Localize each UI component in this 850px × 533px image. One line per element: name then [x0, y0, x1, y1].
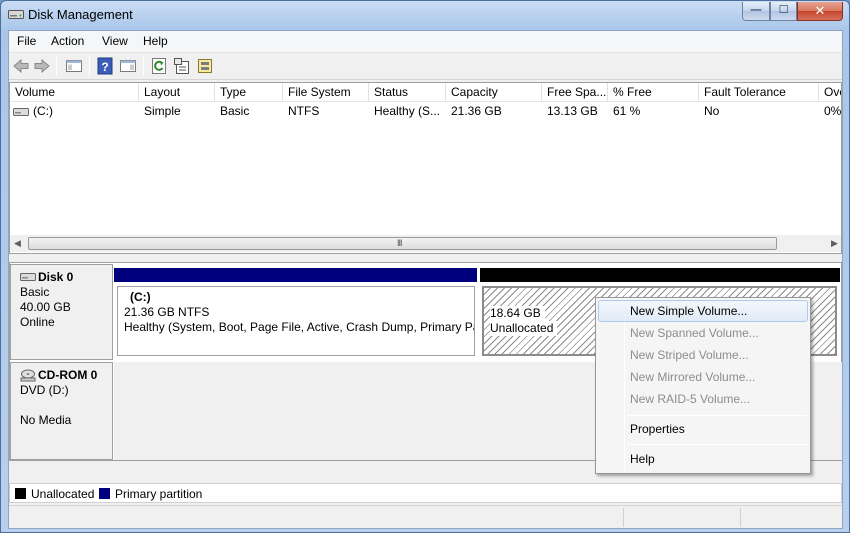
legend-unallocated-label: Unallocated — [31, 487, 95, 501]
volume-list-header: Volume Layout Type File System Status Ca… — [10, 83, 841, 102]
unallocated-label: Unallocated — [490, 321, 558, 336]
menu-item-properties[interactable]: Properties — [598, 418, 808, 440]
partition-c-size: 21.36 GB NTFS — [124, 305, 210, 319]
primary-partition-header — [114, 268, 477, 282]
scrollbar-thumb[interactable]: III — [28, 237, 777, 250]
legend-unallocated-swatch — [15, 488, 26, 499]
drive-icon — [13, 108, 29, 116]
column-header-percent-free[interactable]: % Free — [608, 83, 699, 102]
minimize-button[interactable]: — — [742, 2, 770, 21]
legend: Unallocated Primary partition — [9, 483, 842, 503]
menu-item-new-mirrored-volume[interactable]: New Mirrored Volume... — [598, 366, 808, 388]
cell-type: Basic — [220, 104, 250, 118]
cell-overhead: 0% — [824, 104, 842, 118]
cdrom-0-status: No Media — [20, 413, 72, 427]
column-header-free-space[interactable]: Free Spa... — [542, 83, 608, 102]
column-header-fault-tolerance[interactable]: Fault Tolerance — [699, 83, 819, 102]
table-row[interactable]: (C:) Simple Basic NTFS Healthy (S... 21.… — [10, 103, 842, 121]
column-header-overhead[interactable]: Ove — [819, 83, 841, 102]
show-hide-action-pane-icon[interactable] — [119, 57, 137, 75]
disk-0-type: Basic — [20, 285, 50, 299]
cell-status: Healthy (S... — [374, 104, 441, 118]
show-hide-console-tree-icon[interactable] — [65, 57, 83, 75]
back-icon[interactable] — [12, 57, 30, 75]
menu-item-new-simple-volume[interactable]: New Simple Volume... — [598, 300, 808, 322]
cell-capacity: 21.36 GB — [451, 104, 502, 118]
forward-icon[interactable] — [33, 57, 51, 75]
menu-view[interactable]: View — [102, 34, 128, 48]
unallocated-size: 18.64 GB — [490, 306, 545, 321]
column-header-capacity[interactable]: Capacity — [446, 83, 542, 102]
menu-item-help[interactable]: Help — [598, 448, 808, 470]
status-separator — [740, 508, 741, 527]
maximize-button[interactable]: ☐ — [770, 2, 797, 21]
menu-item-new-striped-volume[interactable]: New Striped Volume... — [598, 344, 808, 366]
menu-item-new-raid5-volume[interactable]: New RAID-5 Volume... — [598, 388, 808, 410]
cell-file-system: NTFS — [288, 104, 320, 118]
help-icon[interactable]: ? — [96, 57, 114, 75]
column-header-layout[interactable]: Layout — [139, 83, 215, 102]
disk-icon — [20, 273, 36, 281]
properties-icon[interactable] — [173, 57, 191, 75]
toolbar: ? — [9, 53, 842, 80]
context-menu-separator — [627, 415, 807, 416]
menu-bar: File Action View Help — [9, 31, 842, 53]
toolbar-separator — [89, 57, 90, 76]
column-header-volume[interactable]: Volume — [10, 83, 139, 102]
refresh-icon[interactable] — [150, 57, 168, 75]
column-header-status[interactable]: Status — [369, 83, 446, 102]
cdrom-0-name: CD-ROM 0 — [38, 368, 98, 382]
legend-primary-swatch — [99, 488, 110, 499]
horizontal-scrollbar[interactable]: ◀ III ▶ — [10, 235, 841, 252]
context-menu-separator — [627, 444, 807, 445]
legend-primary-label: Primary partition — [115, 487, 203, 501]
disk-0-status: Online — [20, 315, 55, 329]
cell-layout: Simple — [144, 104, 181, 118]
partition-c-status: Healthy (System, Boot, Page File, Active… — [124, 320, 475, 334]
unallocated-header — [480, 268, 840, 282]
menu-action[interactable]: Action — [51, 34, 84, 48]
menu-item-new-spanned-volume[interactable]: New Spanned Volume... — [598, 322, 808, 344]
partition-c[interactable]: (C:) 21.36 GB NTFS Healthy (System, Boot… — [117, 286, 475, 356]
volume-list: Volume Layout Type File System Status Ca… — [9, 82, 842, 254]
menu-help[interactable]: Help — [143, 34, 168, 48]
svg-text:?: ? — [101, 60, 108, 74]
cell-fault-tolerance: No — [704, 104, 720, 118]
scroll-left-icon[interactable]: ◀ — [14, 238, 21, 249]
context-menu: New Simple Volume... New Spanned Volume.… — [595, 297, 811, 474]
title-bar[interactable]: Disk Management — ☐ ✕ — [1, 1, 849, 29]
window-title: Disk Management — [28, 7, 133, 22]
toolbar-separator — [56, 57, 57, 76]
partition-c-title: (C:) — [130, 290, 151, 304]
column-header-file-system[interactable]: File System — [283, 83, 369, 102]
status-bar — [9, 505, 842, 528]
cdrom-0-info[interactable]: CD-ROM 0 DVD (D:) No Media — [10, 362, 113, 460]
cell-free-space: 13.13 GB — [547, 104, 598, 118]
column-header-type[interactable]: Type — [215, 83, 283, 102]
cell-volume: (C:) — [33, 104, 53, 118]
disk-0-info[interactable]: Disk 0 Basic 40.00 GB Online — [10, 264, 113, 360]
close-button[interactable]: ✕ — [797, 2, 843, 21]
disk-icon[interactable] — [196, 57, 214, 75]
scrollbar-grip: III — [397, 238, 402, 248]
scroll-right-icon[interactable]: ▶ — [831, 238, 838, 249]
disk-0-name: Disk 0 — [38, 270, 74, 284]
disk-management-icon — [8, 10, 24, 19]
toolbar-separator — [143, 57, 144, 76]
disk-0-size: 40.00 GB — [20, 300, 71, 314]
status-separator — [623, 508, 624, 527]
cell-percent-free: 61 % — [613, 104, 641, 118]
menu-file[interactable]: File — [17, 34, 36, 48]
cdrom-0-type: DVD (D:) — [20, 383, 69, 397]
cdrom-icon — [20, 369, 36, 382]
